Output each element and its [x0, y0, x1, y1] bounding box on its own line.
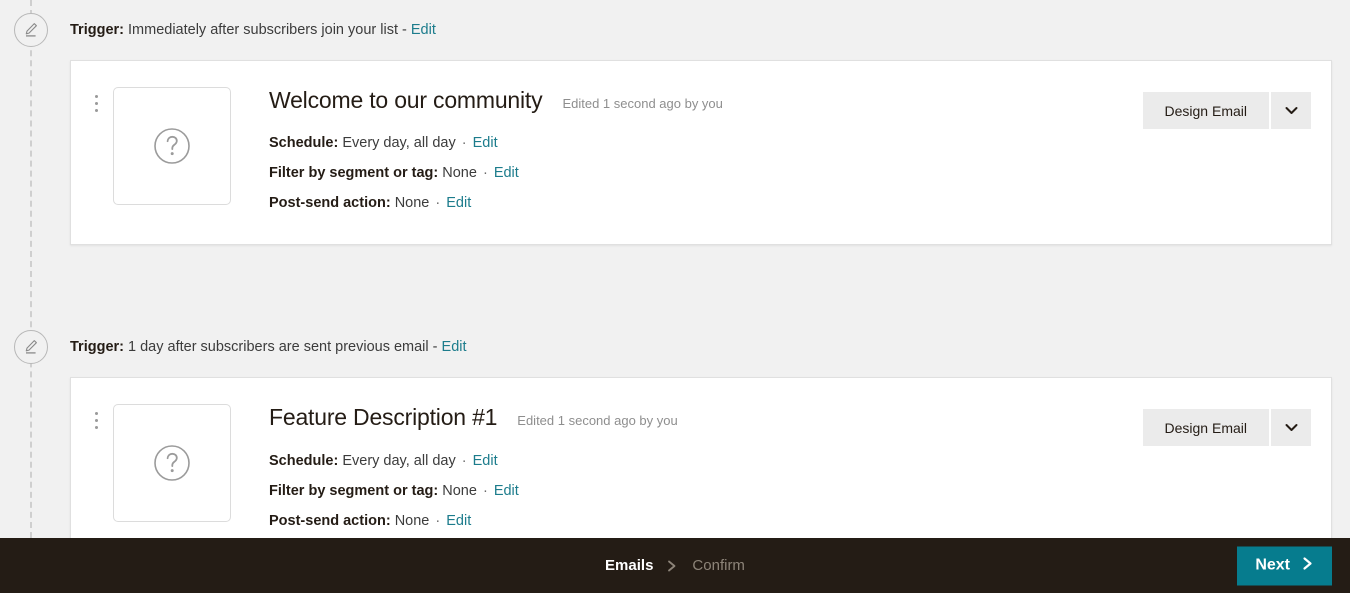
- meta-value: None: [394, 195, 430, 212]
- meta-edit-link-schedule[interactable]: Edit: [473, 135, 498, 151]
- question-mark-circle-icon: [154, 128, 190, 164]
- chevron-down-icon: [1285, 424, 1297, 432]
- meta-key: Filter by segment or tag:: [269, 482, 439, 499]
- email-thumbnail[interactable]: [113, 404, 231, 523]
- emails-scroll-area: Trigger: Immediately after subscribers j…: [0, 0, 1350, 538]
- email-card: Welcome to our community Edited 1 second…: [70, 60, 1332, 246]
- email-meta-filter: Filter by segment or tag: None · Edit: [269, 476, 1127, 506]
- question-mark-circle-icon: [154, 445, 190, 482]
- pencil-icon[interactable]: [14, 13, 48, 47]
- meta-value: None: [394, 512, 430, 529]
- design-email-button[interactable]: Design Email: [1142, 92, 1269, 129]
- trigger-separator: -: [432, 339, 438, 356]
- meta-value: Every day, all day: [342, 452, 456, 469]
- step-spacer: [0, 245, 1350, 317]
- kebab-dot: [94, 102, 98, 105]
- meta-separator: ·: [482, 482, 488, 499]
- email-title-row: Feature Description #1 Edited 1 second a…: [269, 404, 1127, 430]
- wizard-footer: Emails Confirm Next: [0, 538, 1350, 593]
- email-meta-postsend: Post-send action: None · Edit: [269, 188, 1127, 218]
- automation-step: Trigger: 1 day after subscribers are sen…: [0, 317, 1350, 538]
- meta-value: None: [442, 165, 477, 182]
- trigger-label: Trigger:: [70, 339, 124, 356]
- meta-key: Filter by segment or tag:: [269, 165, 439, 182]
- email-actions: Design Email: [1142, 404, 1311, 447]
- trigger-value: 1 day after subscribers are sent previou…: [128, 339, 429, 356]
- next-button[interactable]: Next: [1237, 546, 1332, 585]
- trigger-row: Trigger: Immediately after subscribers j…: [0, 0, 1350, 60]
- trigger-edit-link[interactable]: Edit: [411, 22, 436, 38]
- breadcrumb-item-emails[interactable]: Emails: [605, 557, 653, 574]
- email-card: Feature Description #1 Edited 1 second a…: [70, 377, 1332, 538]
- email-details: Welcome to our community Edited 1 second…: [231, 87, 1127, 218]
- email-meta-schedule: Schedule: Every day, all day · Edit: [269, 128, 1127, 158]
- kebab-dot: [94, 109, 98, 112]
- meta-value: Every day, all day: [342, 135, 456, 152]
- design-email-split-button: Design Email: [1142, 409, 1311, 447]
- breadcrumb: Emails Confirm: [605, 557, 745, 574]
- meta-separator: ·: [461, 452, 467, 469]
- email-thumbnail[interactable]: [113, 87, 231, 205]
- design-email-dropdown-toggle[interactable]: [1271, 92, 1311, 129]
- design-email-split-button: Design Email: [1142, 92, 1311, 129]
- meta-key: Schedule:: [269, 135, 339, 152]
- email-edited-timestamp: Edited 1 second ago by you: [562, 96, 723, 111]
- chevron-right-icon: [1302, 556, 1314, 575]
- chevron-right-icon: [667, 560, 678, 572]
- kebab-dot: [94, 95, 98, 98]
- trigger-row: Trigger: 1 day after subscribers are sen…: [0, 317, 1350, 377]
- meta-edit-link-schedule[interactable]: Edit: [473, 453, 498, 469]
- meta-edit-link-filter[interactable]: Edit: [494, 483, 519, 499]
- next-button-label: Next: [1255, 556, 1290, 574]
- email-meta-schedule: Schedule: Every day, all day · Edit: [269, 446, 1127, 476]
- meta-key: Post-send action:: [269, 195, 391, 212]
- trigger-edit-link[interactable]: Edit: [442, 339, 467, 355]
- email-edited-timestamp: Edited 1 second ago by you: [517, 413, 678, 429]
- automation-step: Trigger: Immediately after subscribers j…: [0, 0, 1350, 246]
- email-meta-postsend: Post-send action: None · Edit: [269, 506, 1127, 536]
- automation-emails-page: Trigger: Immediately after subscribers j…: [0, 0, 1350, 593]
- email-title-row: Welcome to our community Edited 1 second…: [269, 87, 1127, 113]
- trigger-separator: -: [402, 21, 407, 38]
- email-title: Feature Description #1: [269, 404, 498, 431]
- pencil-icon[interactable]: [14, 330, 48, 365]
- design-email-button[interactable]: Design Email: [1142, 409, 1269, 447]
- meta-separator: ·: [435, 512, 441, 529]
- meta-key: Post-send action:: [269, 512, 391, 529]
- kebab-dot: [94, 419, 98, 423]
- kebab-dot: [94, 412, 98, 416]
- email-details: Feature Description #1 Edited 1 second a…: [231, 404, 1127, 535]
- trigger-value: Immediately after subscribers join your …: [128, 21, 398, 38]
- email-actions: Design Email: [1142, 87, 1311, 129]
- design-email-dropdown-toggle[interactable]: [1271, 409, 1311, 447]
- more-vertical-icon[interactable]: [85, 87, 107, 112]
- meta-separator: ·: [435, 195, 441, 212]
- trigger-text: Trigger: 1 day after subscribers are sen…: [70, 338, 467, 357]
- meta-key: Schedule:: [269, 452, 339, 469]
- email-title: Welcome to our community: [269, 87, 543, 113]
- trigger-text: Trigger: Immediately after subscribers j…: [70, 21, 436, 40]
- meta-edit-link-postsend[interactable]: Edit: [446, 513, 471, 529]
- chevron-down-icon: [1285, 107, 1297, 114]
- more-vertical-icon[interactable]: [85, 404, 107, 430]
- meta-edit-link-filter[interactable]: Edit: [494, 165, 519, 181]
- meta-separator: ·: [461, 135, 467, 152]
- kebab-dot: [94, 426, 98, 430]
- breadcrumb-item-confirm[interactable]: Confirm: [692, 557, 745, 574]
- meta-edit-link-postsend[interactable]: Edit: [446, 195, 471, 211]
- meta-separator: ·: [482, 165, 488, 182]
- email-meta-filter: Filter by segment or tag: None · Edit: [269, 158, 1127, 188]
- meta-value: None: [442, 482, 477, 499]
- trigger-label: Trigger:: [70, 21, 124, 38]
